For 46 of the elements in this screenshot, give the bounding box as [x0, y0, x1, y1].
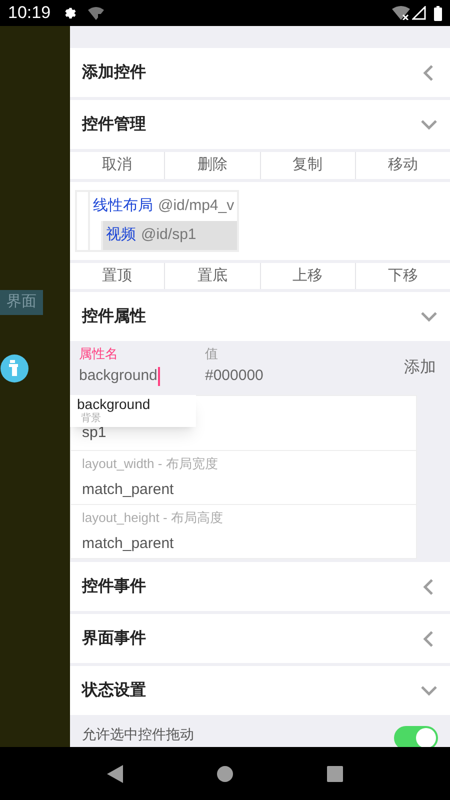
property-value: match_parent	[82, 534, 175, 554]
wifi-icon	[88, 6, 104, 20]
recents-icon[interactable]	[327, 766, 343, 782]
home-icon[interactable]	[217, 766, 233, 782]
action-button[interactable]: 上移	[260, 262, 355, 289]
section-title: 控件管理	[82, 114, 146, 134]
action-button[interactable]: 置顶	[70, 262, 164, 289]
toggle-switch[interactable]	[394, 726, 438, 747]
section-header[interactable]: 添加控件	[70, 48, 450, 97]
field-label: 属性名	[79, 344, 119, 362]
suggestion-name: background	[77, 396, 152, 412]
signal-icon	[412, 6, 426, 20]
section-title: 界面事件	[82, 628, 146, 648]
add-button[interactable]: 添加	[404, 356, 436, 380]
field-label: 值	[205, 344, 219, 362]
action-button[interactable]: 删除	[165, 152, 260, 178]
section-title: 控件属性	[82, 306, 146, 326]
section-header[interactable]: 控件属性	[70, 292, 450, 341]
section-header[interactable]: 状态设置	[70, 666, 450, 715]
suggestion-popup[interactable]: background 背景	[70, 395, 196, 427]
toggle-label: 允许选中控件拖动	[82, 726, 194, 742]
property-label: layout_width - 布局宽度	[82, 454, 219, 473]
section-header[interactable]: 界面事件	[70, 614, 450, 663]
action-button[interactable]: 移动	[356, 152, 450, 178]
property-label: layout_height - 布局高度	[82, 508, 224, 527]
info-icon[interactable]	[0, 354, 29, 383]
action-button[interactable]: 取消	[70, 152, 164, 178]
clock: 10:19	[8, 2, 51, 24]
battery-icon	[434, 6, 442, 20]
input-field[interactable]: background	[79, 363, 205, 389]
back-icon[interactable]	[107, 764, 123, 782]
section-title: 控件事件	[82, 576, 146, 596]
section-title: 添加控件	[82, 62, 146, 82]
section-title: 状态设置	[82, 680, 146, 700]
action-button[interactable]: 下移	[356, 262, 450, 289]
suggestion-hint: 背景	[80, 413, 102, 425]
section-header[interactable]: 控件事件	[70, 562, 450, 611]
action-button[interactable]: 置底	[165, 262, 260, 289]
settings-icon	[62, 6, 78, 20]
property-value: match_parent	[82, 480, 175, 500]
tree-item[interactable]: 视频 @id/sp1	[103, 220, 237, 250]
section-header[interactable]: 控件管理	[70, 100, 450, 149]
text-cursor	[158, 366, 160, 386]
action-button[interactable]: 复制	[260, 152, 355, 178]
wifi-off-icon	[392, 6, 410, 20]
input-field[interactable]: #000000	[205, 363, 404, 389]
